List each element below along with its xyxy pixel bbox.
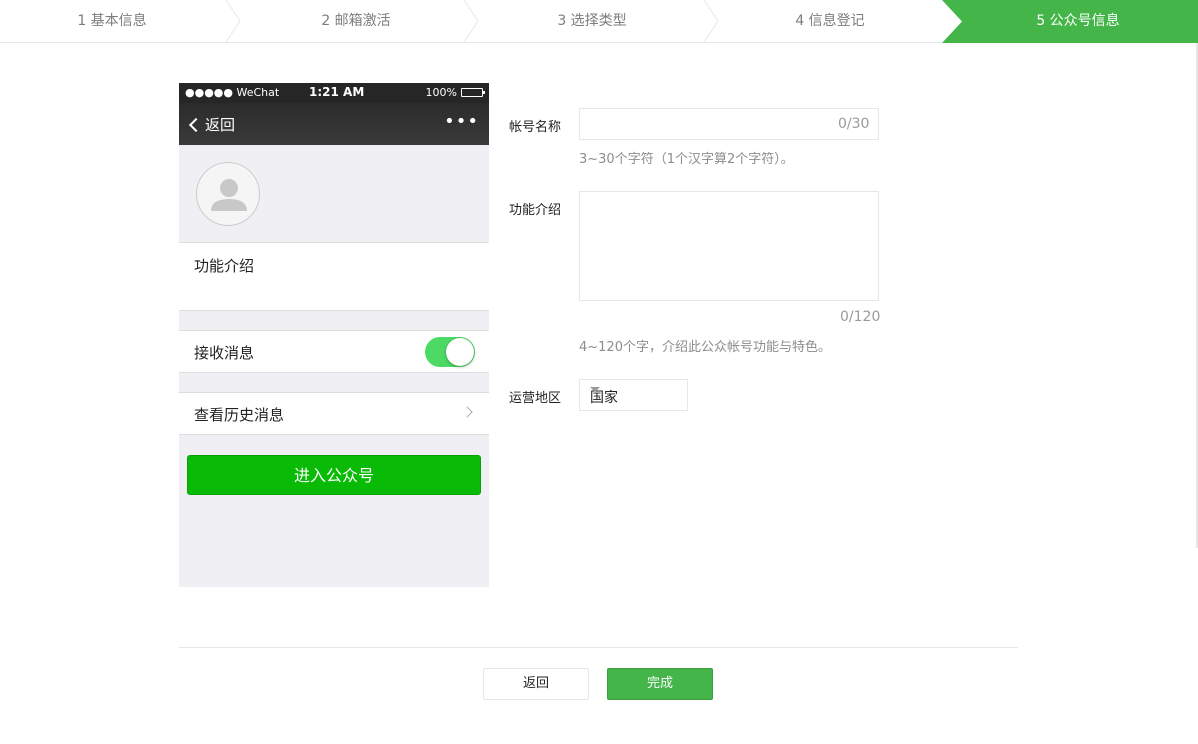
avatar-zone <box>179 145 489 242</box>
intro-hint: 4~120个字，介绍此公众帐号功能与特色。 <box>579 340 831 355</box>
region-select[interactable]: 国家 <box>579 379 688 411</box>
history-message-label: 查看历史消息 <box>194 406 285 424</box>
step-4: 4 信息登记 <box>795 13 865 29</box>
battery-icon <box>461 88 485 97</box>
phone-back-button: 返回 <box>187 114 235 135</box>
phone-intro-cell: 功能介绍 <box>179 242 489 311</box>
step-indicator: 1 基本信息 2 邮箱激活 3 选择类型 4 信息登记 5 公众号信息 <box>0 0 1198 43</box>
history-message-cell: 查看历史消息 <box>179 392 489 435</box>
avatar <box>196 162 260 226</box>
toggle-knob <box>446 338 474 366</box>
chevron-right-icon <box>461 406 473 418</box>
phone-intro-label: 功能介绍 <box>194 257 255 275</box>
done-button[interactable]: 完成 <box>607 668 713 700</box>
account-name-input[interactable] <box>579 108 879 140</box>
step-5-active: 5 公众号信息 <box>1036 13 1120 29</box>
phone-nav-bar: 返回 ••• <box>179 103 489 145</box>
step-separator-icon <box>225 0 241 42</box>
account-name-hint: 3~30个字符（1个汉字算2个字符）。 <box>579 152 794 167</box>
step-2: 2 邮箱激活 <box>321 13 391 29</box>
more-dots-icon: ••• <box>444 111 479 132</box>
account-name-counter: 0/30 <box>838 116 870 132</box>
footer-divider <box>179 647 1018 648</box>
account-name-label: 帐号名称 <box>509 120 562 135</box>
user-silhouette-icon <box>211 179 247 211</box>
carrier-label: ●●●●● WeChat <box>185 86 280 99</box>
phone-back-label: 返回 <box>205 116 236 134</box>
battery-label: 100% <box>425 86 457 99</box>
chevron-left-icon <box>188 117 204 132</box>
enter-account-button: 进入公众号 <box>187 455 481 495</box>
step-3: 3 选择类型 <box>557 13 627 29</box>
back-button[interactable]: 返回 <box>483 668 589 700</box>
step-separator-icon <box>463 0 479 42</box>
chevron-down-icon <box>590 387 600 392</box>
phone-status-bar: ●●●●● WeChat 1:21 AM 100% <box>179 83 489 103</box>
receive-message-label: 接收消息 <box>194 344 255 362</box>
receive-message-toggle <box>425 337 475 367</box>
step-1: 1 基本信息 <box>77 13 147 29</box>
intro-label: 功能介绍 <box>509 203 562 218</box>
phone-preview: ●●●●● WeChat 1:21 AM 100% 返回 ••• 功能介绍 接收… <box>179 83 489 587</box>
intro-counter: 0/120 <box>840 309 881 325</box>
battery-group: 100% <box>425 86 485 99</box>
region-label: 运营地区 <box>509 391 562 406</box>
time-label: 1:21 AM <box>309 85 365 99</box>
intro-textarea[interactable] <box>579 191 879 301</box>
receive-message-cell: 接收消息 <box>179 330 489 373</box>
